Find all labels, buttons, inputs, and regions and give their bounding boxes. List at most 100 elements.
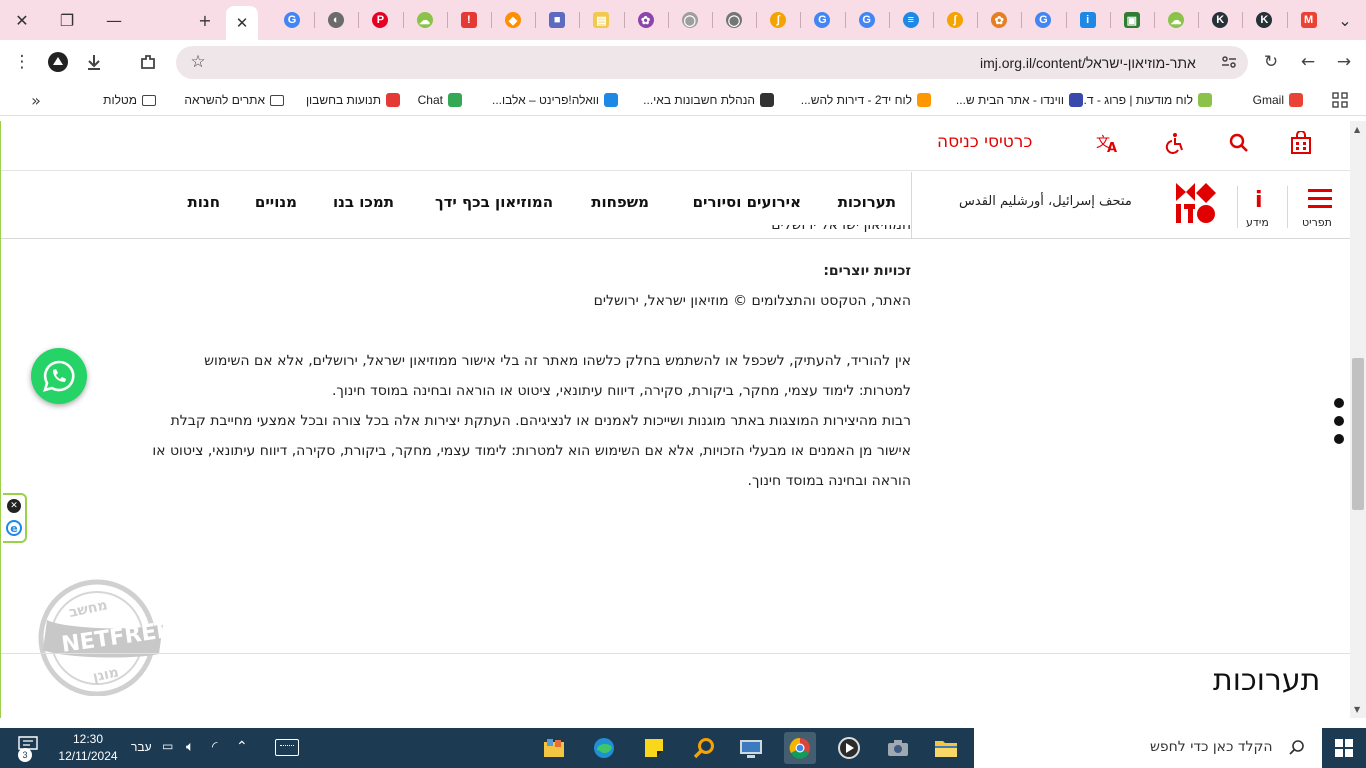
bookmark-item[interactable]: Gmail (1253, 91, 1303, 109)
browser-tab[interactable]: ʃ (939, 6, 971, 34)
nav-item-5[interactable]: מנויים (255, 193, 297, 211)
taskbar-app-chrome[interactable] (784, 732, 816, 764)
nav-item-1[interactable]: אירועים וסיורים (693, 193, 801, 211)
taskbar-app-remote[interactable] (735, 732, 767, 764)
extension-avatar-icon[interactable] (44, 48, 72, 76)
section-dot[interactable] (1334, 434, 1344, 444)
info-button[interactable]: i מידע (1241, 184, 1283, 232)
system-clock[interactable]: 12:30 12/11/2024 (56, 731, 120, 765)
bookmark-item[interactable]: וואלה!פרינט – אלבו... (492, 91, 618, 109)
bookmark-favicon-icon (1069, 93, 1083, 107)
whatsapp-button[interactable] (31, 348, 87, 404)
reload-icon[interactable]: ↻ (1257, 48, 1285, 76)
bookmark-item[interactable]: הנהלת חשבונות באי... (643, 91, 774, 109)
tray-expand-icon[interactable]: ⌃ (236, 738, 248, 755)
taskbar-app-media[interactable] (833, 732, 865, 764)
input-language[interactable]: עבר (131, 740, 152, 754)
nav-item-4[interactable]: תמכו בנו (333, 193, 394, 211)
search-icon[interactable] (1227, 131, 1251, 155)
nav-item-6[interactable]: חנות (188, 193, 221, 211)
browser-tab[interactable]: ! (453, 6, 485, 34)
page-scrollbar[interactable]: ▲ ▼ (1350, 121, 1366, 718)
accessibility-icon[interactable] (1163, 131, 1187, 155)
site-settings-icon[interactable] (1215, 48, 1243, 76)
bookmark-item[interactable]: תנועות בחשבון (306, 91, 400, 109)
browser-tab[interactable]: G (806, 6, 838, 34)
bookmark-folder[interactable]: מטלות (103, 91, 156, 109)
taskbar-app-file-explorer[interactable] (930, 732, 962, 764)
bookmark-item[interactable]: לוח יד2 - דירות להש... (801, 91, 931, 109)
browser-tab[interactable]: K (1248, 6, 1280, 34)
taskbar-app-search[interactable] (688, 732, 720, 764)
restore-window-button[interactable]: ❐ (52, 6, 82, 34)
browser-tab[interactable]: i (1072, 6, 1104, 34)
apps-grid-icon[interactable] (1326, 86, 1354, 114)
touch-keyboard-icon[interactable] (275, 739, 299, 756)
tickets-link[interactable]: כרטיסי כניסה (937, 132, 1032, 152)
volume-icon[interactable]: 🔈︎ (186, 738, 194, 755)
browser-tab[interactable]: G (276, 6, 308, 34)
menu-button[interactable]: תפריט (1295, 184, 1345, 232)
browser-tab[interactable]: ◐ (320, 6, 352, 34)
browser-tab[interactable]: ✿ (983, 6, 1015, 34)
tab-search-button[interactable]: ⌄ (1330, 6, 1360, 34)
browser-tab[interactable]: ☁ (409, 6, 441, 34)
scroll-thumb[interactable] (1352, 358, 1364, 510)
notifications-button[interactable]: 3 (18, 736, 46, 762)
scroll-down-icon[interactable]: ▼ (1354, 705, 1360, 714)
taskbar-app-explorer-grid[interactable] (538, 732, 570, 764)
browser-tab[interactable]: P (364, 6, 396, 34)
extensions-icon[interactable] (134, 48, 162, 76)
nav-item-2[interactable]: משפחות (591, 193, 649, 211)
close-widget-icon[interactable]: ✕ (7, 499, 21, 513)
minimize-window-button[interactable]: — (99, 6, 129, 34)
bookmark-item[interactable]: לוח מודעות | פרוג - ד... (1077, 91, 1212, 109)
browser-tab[interactable]: G (1027, 6, 1059, 34)
back-arrow-icon[interactable]: ← (1294, 48, 1322, 76)
browser-tab[interactable]: ◯ (718, 6, 750, 34)
browser-tab[interactable]: ☁ (1160, 6, 1192, 34)
url-text[interactable]: imj.org.il/content/אתר-מוזיאון-ישראל (980, 55, 1196, 71)
taskbar-app-sticky-notes[interactable] (638, 732, 670, 764)
browser-tab[interactable]: ■ (541, 6, 573, 34)
museum-logo[interactable] (1175, 182, 1217, 224)
browser-tab[interactable]: ▣ (1116, 6, 1148, 34)
nav-item-0[interactable]: תערוכות (838, 193, 896, 211)
bookmark-folder[interactable]: אתרים להשראה (184, 91, 284, 109)
section-dot[interactable] (1334, 416, 1344, 426)
browser-tab[interactable]: G (851, 6, 883, 34)
bookmark-star-icon[interactable]: ☆ (184, 48, 212, 76)
new-tab-button[interactable]: + (190, 6, 220, 34)
edge-widget-icon[interactable]: e (6, 520, 22, 536)
browser-tab[interactable]: ▤ (585, 6, 617, 34)
browser-tab[interactable]: ◯ (674, 6, 706, 34)
download-icon[interactable] (80, 48, 108, 76)
forward-arrow-icon[interactable]: → (1330, 48, 1358, 76)
page-section-dots[interactable] (1334, 398, 1344, 452)
browser-tab[interactable]: ʃ (762, 6, 794, 34)
menu-dots-icon[interactable]: ⋮ (8, 48, 36, 76)
tab-favicon-icon: ☁ (1168, 12, 1184, 28)
bookmarks-overflow-icon[interactable]: » (22, 86, 50, 114)
browser-tab[interactable]: K (1204, 6, 1236, 34)
browser-tab[interactable]: ✿ (630, 6, 662, 34)
browser-tab[interactable]: M (1293, 6, 1325, 34)
active-tab[interactable]: ✕ (226, 6, 258, 40)
shop-bag-icon[interactable] (1289, 131, 1313, 155)
battery-icon[interactable]: ▭ (162, 739, 173, 753)
tab-close-icon[interactable]: ✕ (236, 14, 249, 32)
network-icon[interactable]: ◜ (212, 738, 217, 755)
section-dot[interactable] (1334, 398, 1344, 408)
taskbar-app-edge[interactable] (588, 732, 620, 764)
bookmark-item[interactable]: Chat (418, 91, 462, 109)
nav-item-3[interactable]: המוזיאון בכף ידך (435, 193, 553, 211)
taskbar-search-placeholder[interactable]: הקלד כאן כדי לחפש (1150, 739, 1273, 755)
bookmark-item[interactable]: ווינדו - אתר הבית ש... (956, 91, 1083, 109)
browser-tab[interactable]: ≡ (895, 6, 927, 34)
taskbar-app-camera[interactable] (882, 732, 914, 764)
browser-tab[interactable]: ◆ (497, 6, 529, 34)
close-window-button[interactable]: ✕ (7, 6, 37, 34)
start-button[interactable] (1322, 728, 1366, 768)
scroll-up-icon[interactable]: ▲ (1354, 125, 1360, 134)
translate-icon[interactable]: 文A (1095, 131, 1119, 155)
